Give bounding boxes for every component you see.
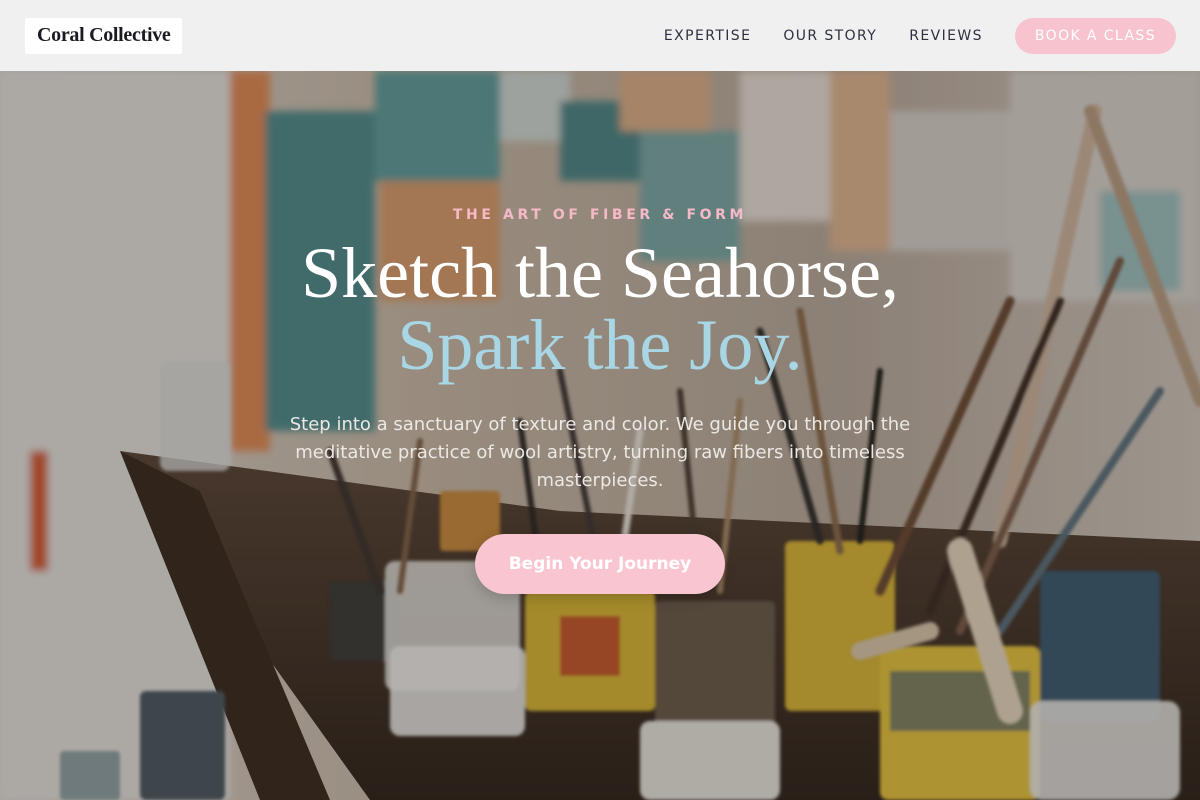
begin-journey-button[interactable]: Begin Your Journey <box>475 534 725 594</box>
hero-headline-line1: Sketch the Seahorse, <box>301 233 899 313</box>
site-header: Coral Collective EXPERTISE OUR STORY REV… <box>0 0 1200 71</box>
hero-headline-line2: Spark the Joy. <box>397 305 803 385</box>
brand-logo[interactable]: Coral Collective <box>25 17 183 54</box>
hero-eyebrow: THE ART OF FIBER & FORM <box>452 207 748 223</box>
nav-link-our-story[interactable]: OUR STORY <box>783 28 877 44</box>
hero-headline: Sketch the Seahorse, Spark the Joy. <box>0 237 1200 381</box>
hero-section: THE ART OF FIBER & FORM Sketch the Seaho… <box>0 71 1200 800</box>
nav-link-expertise[interactable]: EXPERTISE <box>664 28 751 44</box>
nav-link-reviews[interactable]: REVIEWS <box>909 28 983 44</box>
hero-content: THE ART OF FIBER & FORM Sketch the Seaho… <box>0 71 1200 800</box>
hero-subtitle: Step into a sanctuary of texture and col… <box>289 414 911 491</box>
main-nav: EXPERTISE OUR STORY REVIEWS BOOK A CLASS <box>632 17 1176 54</box>
book-a-class-button[interactable]: BOOK A CLASS <box>1014 17 1176 54</box>
